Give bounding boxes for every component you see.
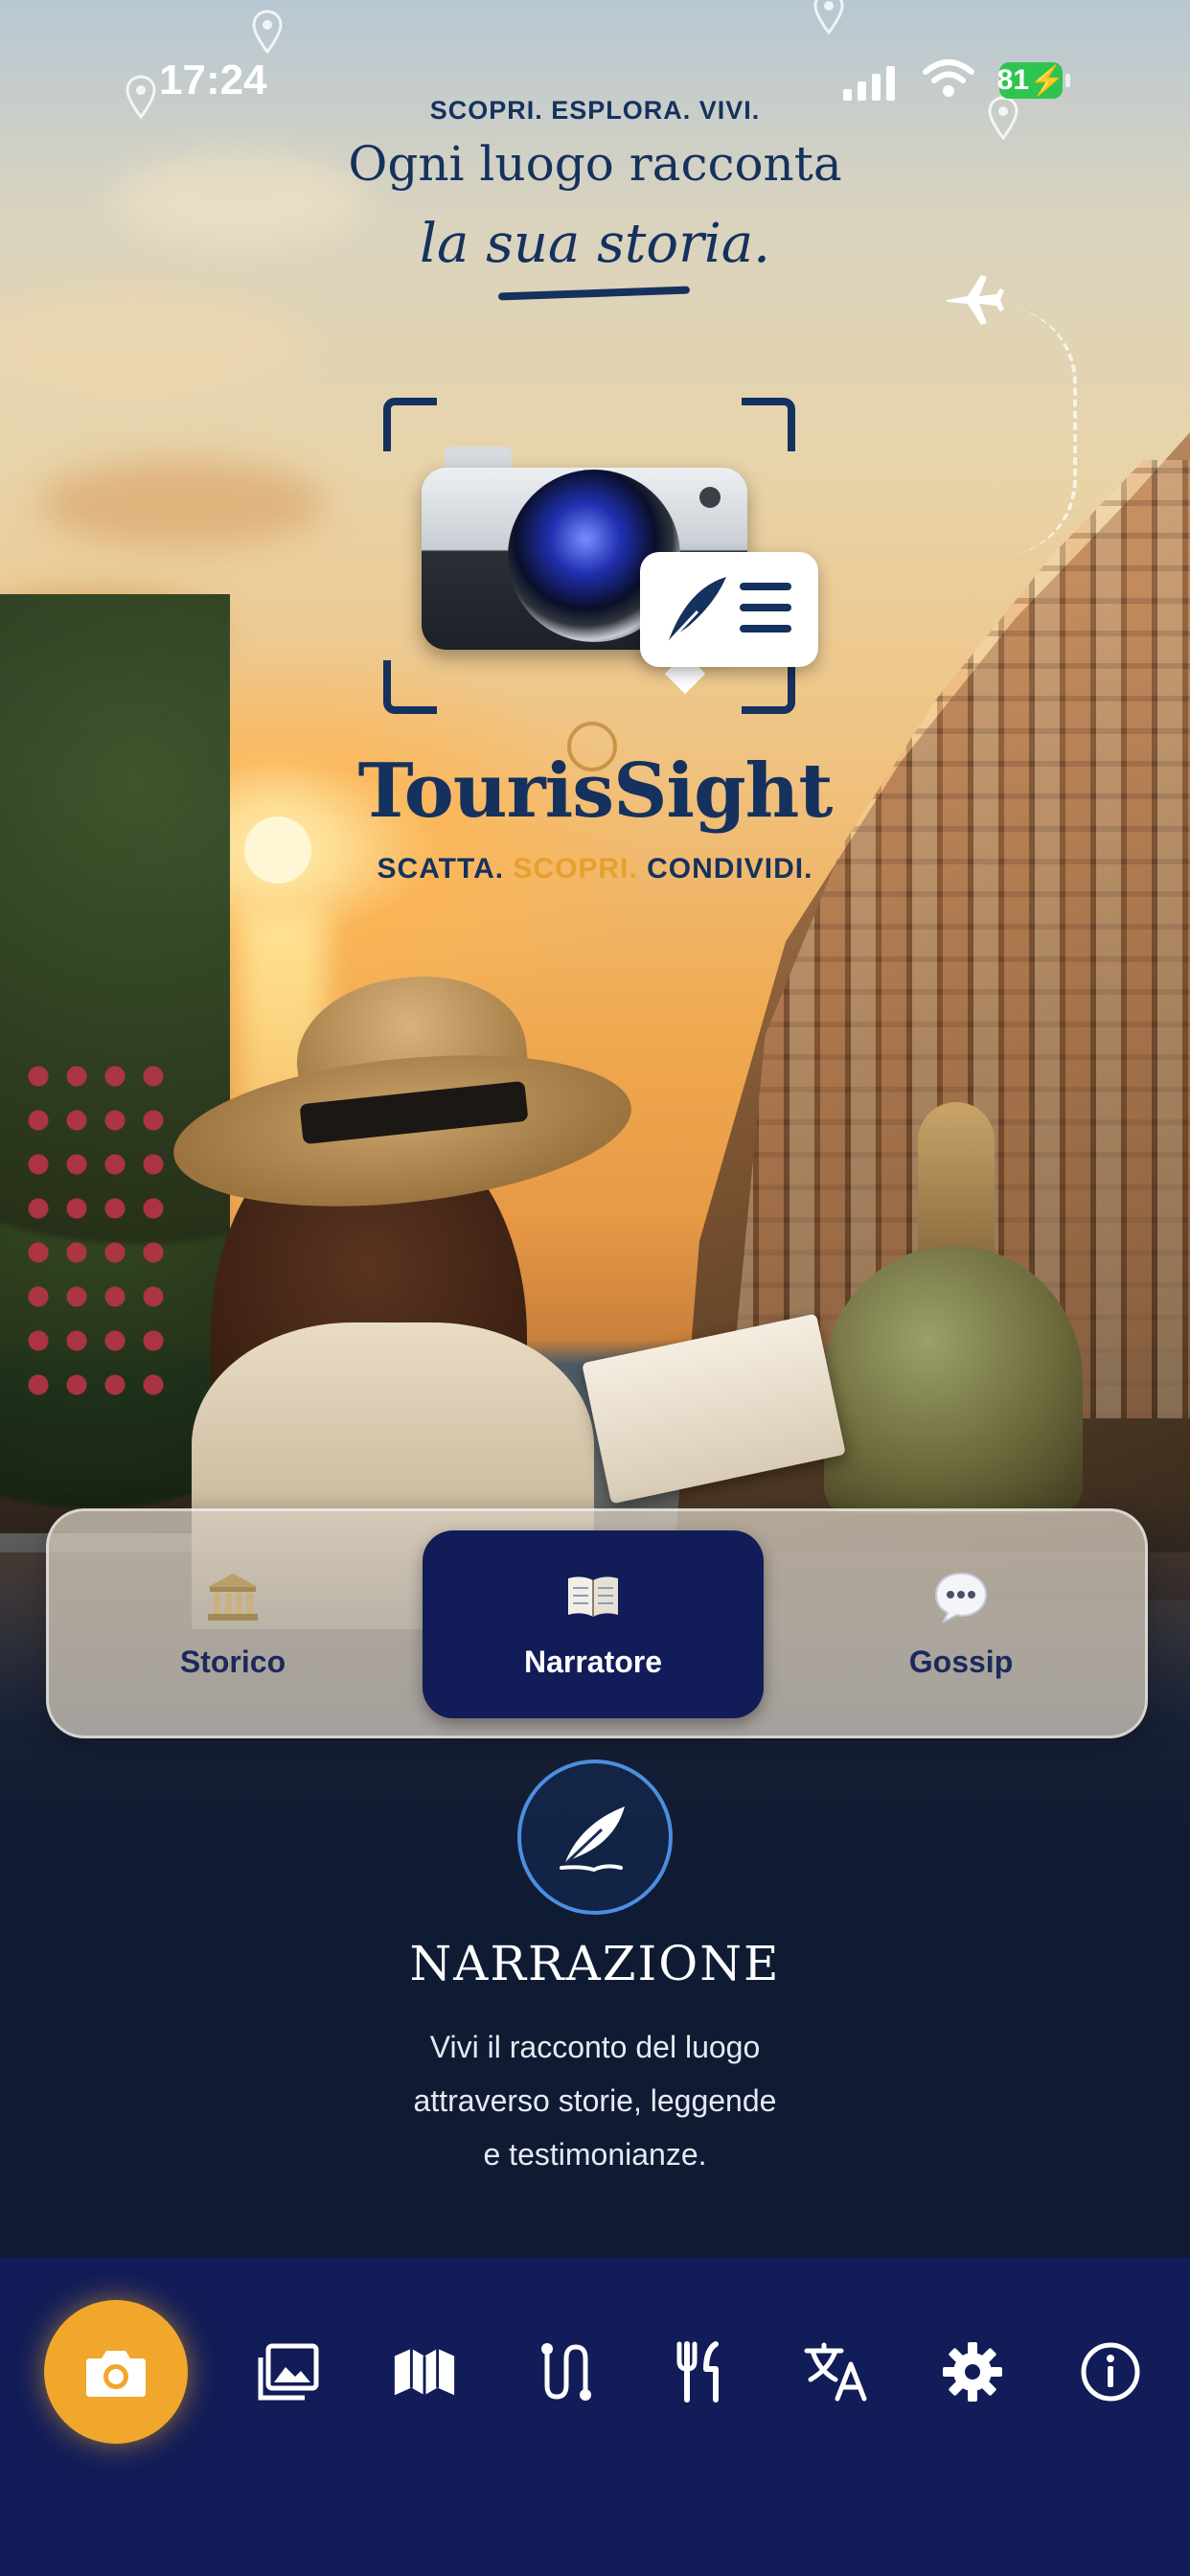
book-icon [564, 1570, 622, 1623]
mode-narratore-button[interactable]: Narratore [423, 1530, 764, 1718]
route-icon [541, 2343, 591, 2401]
translate-button[interactable] [803, 2338, 870, 2405]
wifi-icon [923, 59, 974, 97]
map-icon [394, 2348, 455, 2396]
mode-label: Storico [179, 1644, 286, 1679]
gallery-icon [258, 2343, 319, 2401]
battery-level: 81 [996, 64, 1030, 96]
tagline: SCOPRI. ESPLORA. VIVI. [429, 96, 761, 125]
restaurant-icon [676, 2341, 719, 2403]
map-pin-icon [252, 10, 283, 54]
gallery-button[interactable] [255, 2338, 322, 2405]
map-button[interactable] [391, 2338, 458, 2405]
mode-label: Narratore [523, 1644, 663, 1679]
camera-icon [86, 2351, 146, 2397]
headline-line2: la sua storia. [420, 213, 770, 275]
mode-storico-button[interactable]: Storico [62, 1530, 403, 1718]
flight-path-decoration [996, 307, 1077, 556]
mode-selector: Storico Narratore Gossip [46, 1508, 1148, 1738]
info-description: Vivi il racconto del luogo attraverso st… [413, 2030, 777, 2172]
museum-icon [204, 1570, 262, 1623]
mode-label: Gossip [908, 1644, 1014, 1679]
brand-name: TourisSight [357, 748, 834, 835]
camera-button[interactable] [44, 2300, 188, 2444]
battery-icon: 81 ⚡ [996, 62, 1064, 99]
info-button[interactable] [1077, 2338, 1144, 2405]
settings-button[interactable] [939, 2338, 1006, 2405]
settings-icon [943, 2342, 1002, 2402]
speech-bubble-icon [932, 1570, 990, 1623]
headline-line1: Ogni luogo racconta [348, 136, 842, 192]
info-title: NARRAZIONE [409, 1936, 781, 1991]
info-icon [1081, 2342, 1140, 2402]
quill-note-icon [640, 552, 818, 667]
restaurant-button[interactable] [667, 2338, 734, 2405]
translate-icon [804, 2342, 867, 2402]
route-button[interactable] [529, 2338, 596, 2405]
bottom-navigation [0, 2258, 1190, 2576]
feather-icon [517, 1760, 673, 1915]
mode-gossip-button[interactable]: Gossip [790, 1530, 1132, 1718]
brand-slogan: SCATTA. SCOPRI. CONDIVIDI. [377, 853, 813, 885]
map-pin-icon [813, 0, 844, 34]
